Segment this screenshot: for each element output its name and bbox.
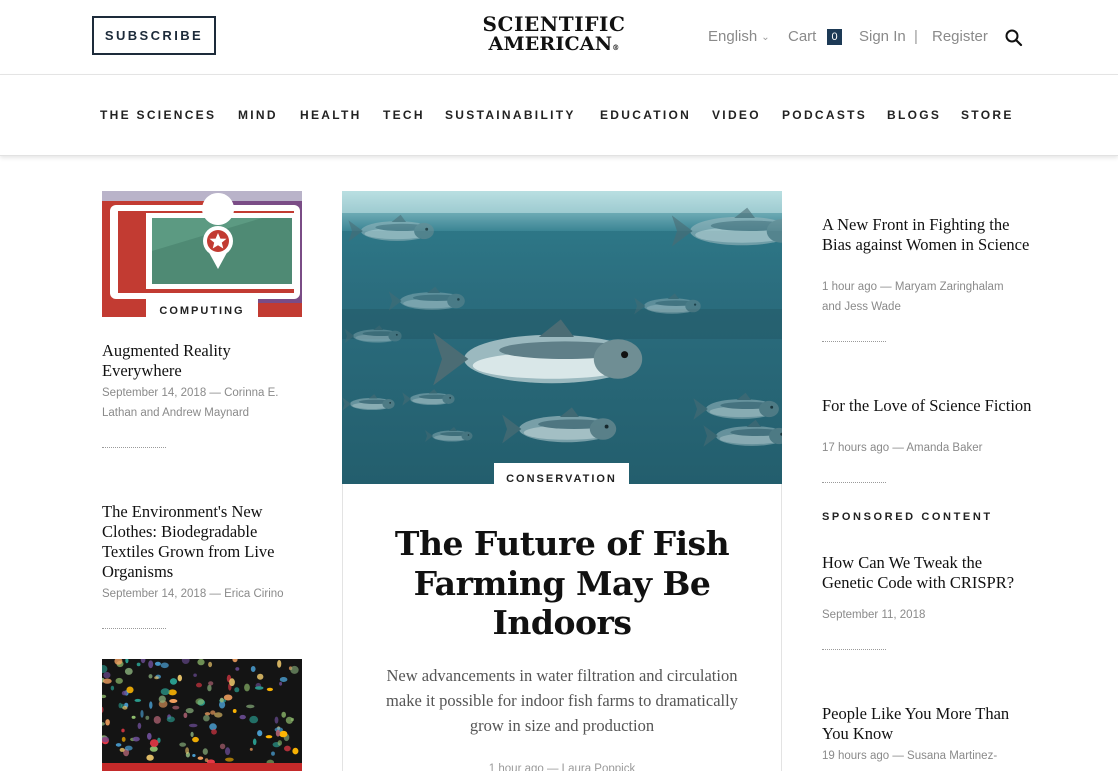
chevron-down-icon: ⌄ [761, 32, 770, 43]
article-title[interactable]: A New Front in Fighting the Bias against… [822, 215, 1032, 255]
nav-item-tech[interactable]: TECH [383, 108, 425, 122]
category-kicker[interactable]: CONSERVATION [494, 463, 629, 487]
nav-item-store[interactable]: STORE [961, 108, 1014, 122]
language-label: English [708, 28, 758, 45]
main-nav: THE SCIENCES MIND HEALTH TECH SUSTAINABI… [0, 75, 1118, 156]
divider [102, 628, 166, 629]
divider [102, 447, 166, 448]
cart-count-badge[interactable]: 0 [827, 29, 842, 45]
nav-item-podcasts[interactable]: PODCASTS [782, 108, 867, 122]
header-separator: | [914, 28, 918, 45]
divider [822, 341, 886, 342]
subscribe-button[interactable]: SUBSCRIBE [92, 16, 216, 55]
nav-item-blogs[interactable]: BLOGS [887, 108, 941, 122]
feature-title[interactable]: The Future of Fish Farming May Be Indoor… [362, 524, 762, 643]
nav-item-the-sciences[interactable]: THE SCIENCES [100, 108, 216, 122]
language-selector[interactable]: English ⌄ [708, 27, 770, 47]
article-meta: September 14, 2018 — Erica Cirino [102, 588, 284, 600]
nav-item-sustainability[interactable]: SUSTAINABILITY [445, 108, 576, 122]
article-title[interactable]: Augmented Reality Everywhere [102, 341, 312, 381]
logo-line-1: SCIENTIFIC [482, 12, 626, 36]
nav-item-mind[interactable]: MIND [238, 108, 278, 122]
register-link[interactable]: Register [932, 27, 988, 47]
site-logo[interactable]: SCIENTIFIC AMERICAN® [477, 14, 631, 58]
colorful-cells-thumbnail[interactable] [102, 659, 302, 771]
nav-item-video[interactable]: VIDEO [712, 108, 761, 122]
sponsored-article-meta: September 11, 2018 [822, 609, 926, 621]
sponsored-article-title[interactable]: People Like You More Than You Know [822, 704, 1032, 744]
sponsored-article-meta: 19 hours ago — Susana Martinez- [822, 750, 998, 762]
nav-item-health[interactable]: HEALTH [300, 108, 362, 122]
logo-line-2: AMERICAN® [488, 33, 620, 55]
sign-in-link[interactable]: Sign In [859, 27, 906, 47]
article-meta: 17 hours ago — Amanda Baker [822, 442, 983, 454]
category-kicker[interactable]: COMPUTING [146, 298, 258, 320]
feature-dek: New advancements in water filtration and… [386, 666, 738, 735]
article-title[interactable]: For the Love of Science Fiction [822, 396, 1032, 416]
divider [822, 482, 886, 483]
article-meta: 1 hour ago — Maryam Zaringhalam and Jess… [822, 281, 1004, 313]
divider [822, 649, 886, 650]
search-icon[interactable] [1004, 28, 1024, 48]
feature-meta: 1 hour ago — Laura Poppick [488, 763, 636, 771]
cart-link[interactable]: Cart [788, 27, 816, 47]
article-meta: September 14, 2018 — Corinna E. Lathan a… [102, 387, 279, 419]
article-title[interactable]: The Environment's New Clothes: Biodegrad… [102, 502, 312, 582]
fish-farming-hero-image[interactable] [342, 191, 782, 484]
sponsored-content-heading: SPONSORED CONTENT [822, 511, 993, 523]
sponsored-article-title[interactable]: How Can We Tweak the Genetic Code with C… [822, 553, 1032, 593]
site-header: SUBSCRIBE SCIENTIFIC AMERICAN® English ⌄ … [0, 0, 1118, 75]
nav-item-education[interactable]: EDUCATION [600, 108, 691, 122]
